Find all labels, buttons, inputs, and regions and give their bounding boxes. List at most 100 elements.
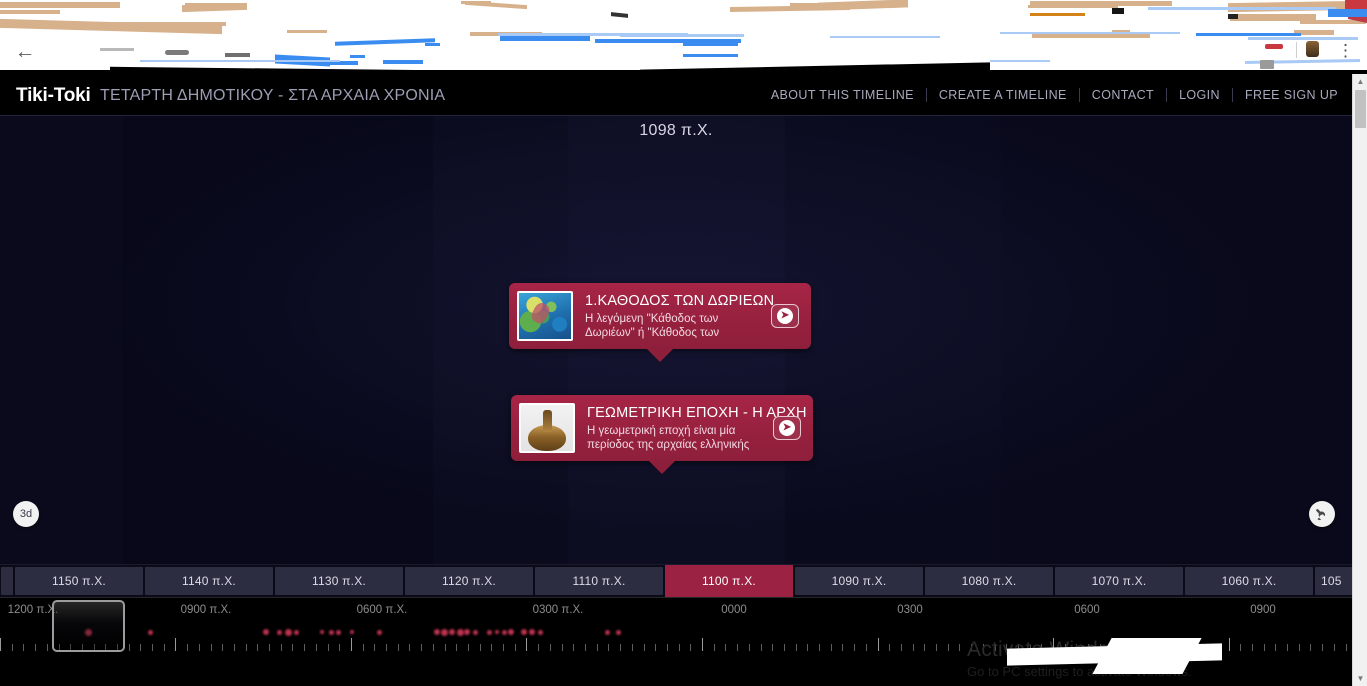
glitch-smear xyxy=(461,1,491,4)
mini-timeline-tick xyxy=(854,644,855,651)
main-nav: ABOUT THIS TIMELINE CREATE A TIMELINE CO… xyxy=(759,86,1338,104)
glitch-smear xyxy=(1248,37,1358,40)
mini-timeline-tick xyxy=(187,644,188,651)
mini-timeline-event-dot xyxy=(147,629,153,635)
mini-timeline-tick xyxy=(1182,644,1183,651)
mini-timeline-event-dot xyxy=(486,629,492,635)
mini-timeline-tick xyxy=(936,644,937,651)
mini-timeline-event-dot xyxy=(293,629,299,635)
mini-timeline-tick xyxy=(211,644,212,651)
mini-timeline-tick xyxy=(749,644,750,651)
site-logo[interactable]: Tiki-Toki xyxy=(16,85,91,107)
card-pointer-tail xyxy=(648,460,676,474)
arrow-right-icon: ➤ xyxy=(779,420,795,436)
mini-timeline-tick xyxy=(339,644,340,651)
mini-timeline-label: 0600 xyxy=(1074,604,1100,616)
mini-timeline-tick xyxy=(620,644,621,651)
mini-timeline-tick xyxy=(129,644,130,651)
ruler-tick-1100-active[interactable]: 1100 π.Χ. xyxy=(665,565,793,597)
mini-timeline-tick xyxy=(0,638,1,651)
mini-timeline-tick xyxy=(772,644,773,651)
mini-timeline-event-dot xyxy=(456,628,464,636)
mini-timeline-tick xyxy=(35,644,36,651)
mini-timeline-tick xyxy=(257,644,258,651)
glitch-smear xyxy=(1000,32,1180,34)
ruler-tick-1090[interactable]: 1090 π.Χ. xyxy=(795,567,923,595)
chevron-down-icon[interactable]: ▼ xyxy=(1353,671,1367,686)
mini-timeline-tick xyxy=(1240,644,1241,651)
card-open-button[interactable]: ➤ xyxy=(773,416,801,440)
mini-timeline-tick xyxy=(1252,644,1253,651)
mini-timeline-tick xyxy=(632,644,633,651)
scrollbar-thumb[interactable] xyxy=(1355,90,1366,128)
glitch-smear xyxy=(1228,14,1238,19)
site-header: Tiki-Toki ΤΕΤΑΡΤΗ ΔΗΜΟΤΙΚΟΥ - ΣΤΑ ΑΡΧΑΙΑ… xyxy=(0,74,1352,116)
download-icon[interactable] xyxy=(1260,60,1274,69)
extension-icon[interactable] xyxy=(1306,41,1319,57)
mini-timeline-tick xyxy=(246,644,247,651)
mini-timeline-tick xyxy=(550,644,551,651)
ruler-tick-1110[interactable]: 1110 π.Χ. xyxy=(535,567,663,595)
mini-timeline-tick xyxy=(573,644,574,651)
ruler-tick-1120[interactable]: 1120 π.Χ. xyxy=(405,567,533,595)
ruler-tick-1050[interactable]: 105 xyxy=(1315,567,1352,595)
ruler-tick-1150[interactable]: 1150 π.Χ. xyxy=(15,567,143,595)
ruler-tick-1060[interactable]: 1060 π.Χ. xyxy=(1185,567,1313,595)
toolbar-divider xyxy=(1296,42,1297,58)
mini-timeline-tick xyxy=(667,644,668,651)
kebab-menu-icon[interactable]: ⋮ xyxy=(1337,42,1354,62)
nav-free-sign-up[interactable]: FREE SIGN UP xyxy=(1233,88,1338,102)
mini-timeline-tick xyxy=(831,644,832,651)
mini-timeline-tick xyxy=(1053,638,1054,651)
map-of-greece-icon xyxy=(517,291,573,341)
browser-profile-indicator[interactable] xyxy=(1265,44,1283,49)
mini-timeline-event-dot xyxy=(472,629,478,635)
mini-timeline-tick xyxy=(995,644,996,651)
ruler-tick-1130[interactable]: 1130 π.Χ. xyxy=(275,567,403,595)
card-title: 1.ΚΑΘΟΔΟΣ ΤΩΝ ΔΩΡΙΕΩΝ xyxy=(585,292,775,309)
nav-create-a-timeline[interactable]: CREATE A TIMELINE xyxy=(927,88,1080,102)
timeline-canvas[interactable]: 1098 π.Χ. 1.ΚΑΘΟΔΟΣ ΤΩΝ ΔΩΡΙΕΩΝ Η λεγόμε… xyxy=(0,116,1352,564)
timeline-event-card[interactable]: ΓΕΩΜΕΤΡΙΚΗ ΕΠΟΧΗ - Η ΑΡΧΗ Η γεωμετρική ε… xyxy=(511,395,813,474)
mini-timeline-tick xyxy=(690,644,691,651)
ruler-tick-1070[interactable]: 1070 π.Χ. xyxy=(1055,567,1183,595)
ruler-tick-1080[interactable]: 1080 π.Χ. xyxy=(925,567,1053,595)
view-3d-button[interactable]: 3d xyxy=(13,501,39,527)
timeline-title: ΤΕΤΑΡΤΗ ΔΗΜΟΤΙΚΟΥ - ΣΤΑ ΑΡΧΑΙΑ ΧΡΟΝΙΑ xyxy=(100,87,446,104)
nav-about-this-timeline[interactable]: ABOUT THIS TIMELINE xyxy=(759,88,927,102)
vertical-scrollbar[interactable]: ▲ ▼ xyxy=(1352,74,1367,686)
glitch-smear xyxy=(1028,5,1118,8)
ruler-tick-1140[interactable]: 1140 π.Χ. xyxy=(145,567,273,595)
glitch-smear xyxy=(1030,13,1085,16)
mini-timeline-event-dot xyxy=(434,629,440,635)
mini-timeline[interactable]: 1200 π.Χ. 0900 π.Χ. 0600 π.Χ. 0300 π.Χ. 0000… xyxy=(0,597,1352,657)
mini-timeline-tick xyxy=(234,644,235,651)
mini-timeline-tick xyxy=(386,644,387,651)
tiki-toki-app: Tiki-Toki ΤΕΤΑΡΤΗ ΔΗΜΟΤΙΚΟΥ - ΣΤΑ ΑΡΧΑΙΑ… xyxy=(0,74,1352,686)
glitch-smear xyxy=(1148,7,1336,10)
mini-timeline-event-dot xyxy=(529,629,535,635)
chevron-up-icon[interactable]: ▲ xyxy=(1353,74,1367,89)
mini-timeline-event-dot xyxy=(335,629,341,635)
glitch-smear xyxy=(108,22,226,26)
mini-timeline-event-dot xyxy=(376,629,382,635)
timeline-ruler[interactable]: 1150 π.Χ. 1140 π.Χ. 1130 π.Χ. 1120 π.Χ. … xyxy=(0,564,1352,597)
settings-button[interactable] xyxy=(1309,501,1335,527)
mini-timeline-tick xyxy=(363,644,364,651)
mini-timeline-tick xyxy=(959,644,960,651)
mini-timeline-event-dot xyxy=(495,630,499,634)
mini-timeline-viewport-handle[interactable] xyxy=(52,600,125,652)
mini-timeline-label: 0900 π.Χ. xyxy=(180,604,232,616)
nav-contact[interactable]: CONTACT xyxy=(1080,88,1168,102)
arrow-right-icon: ➤ xyxy=(777,308,793,324)
card-open-button[interactable]: ➤ xyxy=(771,304,799,328)
mini-timeline-tick xyxy=(1334,644,1335,651)
ruler-tick[interactable] xyxy=(1,567,13,595)
timeline-event-card[interactable]: 1.ΚΑΘΟΔΟΣ ΤΩΝ ΔΩΡΙΕΩΝ Η λεγόμενη "Κάθοδο… xyxy=(509,283,811,362)
mini-timeline-tick xyxy=(398,644,399,651)
mini-timeline-event-dot xyxy=(449,629,455,635)
mini-timeline-tick xyxy=(433,644,434,651)
nav-login[interactable]: LOGIN xyxy=(1167,88,1233,102)
mini-timeline-tick xyxy=(924,644,925,651)
browser-back-button[interactable]: ← xyxy=(12,40,38,64)
